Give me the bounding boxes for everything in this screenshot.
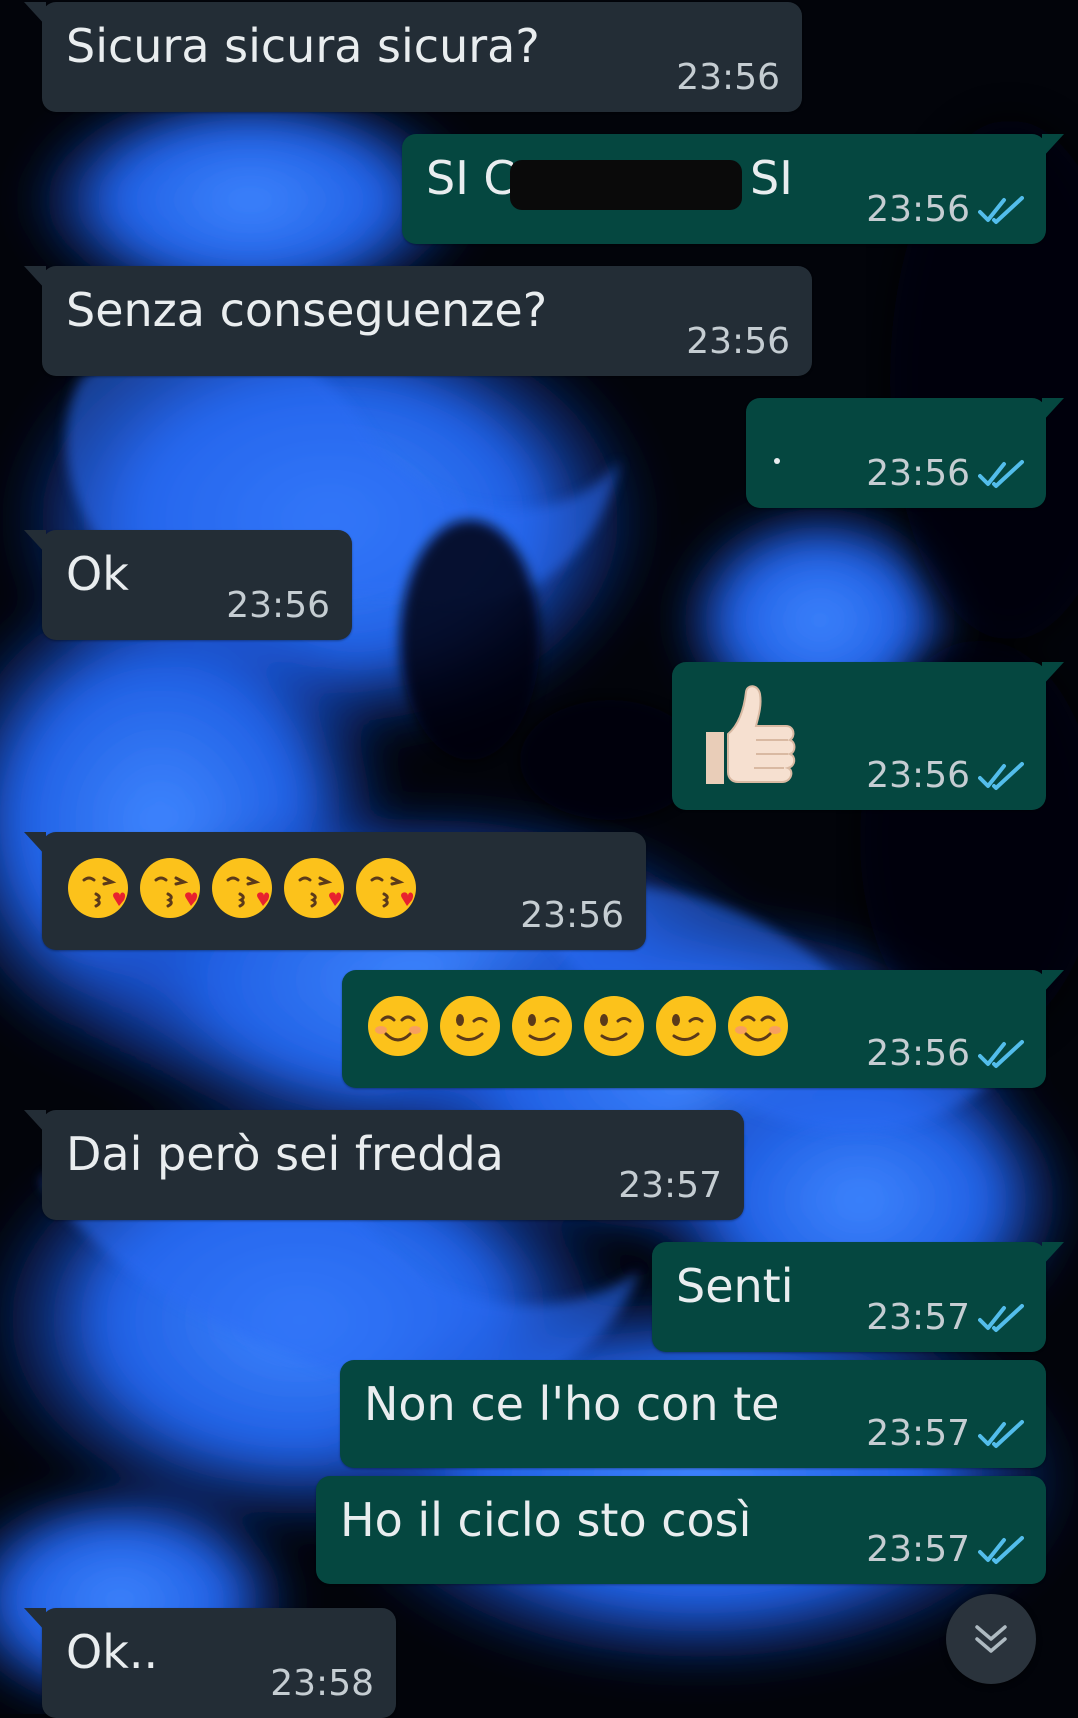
message-meta: 23:56 [226,586,330,626]
face-blowing-kiss-emoji [68,858,128,918]
message-incoming[interactable]: Dai però sei fredda 23:57 [24,1110,744,1220]
message-meta: 23:57 [866,1414,1024,1454]
message-meta: 23:56 [676,58,780,98]
message-incoming[interactable]: 23:56 [24,832,646,950]
message-time: 23:58 [270,1663,374,1704]
double-check-icon [978,1304,1024,1332]
message-outgoing[interactable]: 23:56 [342,970,1064,1088]
message-outgoing[interactable]: Senti 23:57 [652,1242,1064,1352]
message-dot [774,458,780,464]
message-text: Sicura sicura sicura? [66,19,540,73]
message-meta: 23:56 [686,322,790,362]
message-meta: 23:57 [618,1166,722,1206]
scroll-to-bottom-button[interactable] [946,1594,1036,1684]
face-blowing-kiss-emoji [356,858,416,918]
double-check-icon [978,1040,1024,1068]
emoji-row [66,856,418,920]
double-check-icon [978,196,1024,224]
message-meta: 23:57 [866,1298,1024,1338]
message-text: Ho il ciclo sto così [340,1493,752,1547]
double-check-icon [978,1536,1024,1564]
smiling-face-emoji [728,996,788,1056]
double-check-icon [978,1420,1024,1448]
winking-face-emoji [512,996,572,1056]
message-meta: 23:57 [866,1530,1024,1570]
message-outgoing[interactable]: Ho il ciclo sto così 23:57 [316,1476,1046,1584]
message-text: Senza conseguenze? [66,283,548,337]
message-time: 23:57 [866,1529,970,1570]
message-time: 23:57 [618,1165,722,1206]
message-text: SI C [426,151,516,205]
message-meta: 23:56 [866,756,1024,796]
message-time: 23:56 [866,1033,970,1074]
smiling-face-emoji [368,996,428,1056]
message-text-end: SI [750,151,793,205]
double-check-icon [978,762,1024,790]
redaction-bar [510,160,742,210]
message-meta: 23:56 [520,896,624,936]
message-text: Senti [676,1259,794,1313]
message-incoming[interactable]: Ok.. 23:58 [24,1608,396,1718]
winking-face-emoji [584,996,644,1056]
double-check-icon [978,460,1024,488]
message-time: 23:56 [686,321,790,362]
message-outgoing[interactable]: 23:56 [672,662,1064,810]
chevron-down-double-icon [975,1625,1007,1653]
message-text: Ok [66,547,129,601]
thumbs-up-emoji [706,685,796,784]
message-time: 23:56 [866,189,970,230]
message-meta: 23:56 [866,190,1024,230]
message-text: Non ce l'ho con te [364,1377,780,1431]
message-time: 23:57 [866,1413,970,1454]
message-time: 23:57 [866,1297,970,1338]
message-time: 23:56 [866,453,970,494]
message-time: 23:56 [866,755,970,796]
message-incoming[interactable]: Senza conseguenze? 23:56 [24,266,812,376]
face-blowing-kiss-emoji [284,858,344,918]
winking-face-emoji [656,996,716,1056]
face-blowing-kiss-emoji [140,858,200,918]
message-text: Dai però sei fredda [66,1127,504,1181]
message-incoming[interactable]: Ok 23:56 [24,530,352,640]
message-text: Ok.. [66,1625,159,1679]
message-meta: 23:56 [866,1034,1024,1074]
message-meta: 23:56 [866,454,1024,494]
message-outgoing[interactable]: 23:56 [746,398,1064,508]
message-time: 23:56 [676,57,780,98]
message-time: 23:56 [520,895,624,936]
face-blowing-kiss-emoji [212,858,272,918]
message-outgoing[interactable]: Non ce l'ho con te 23:57 [340,1360,1046,1468]
message-meta: 23:58 [270,1664,374,1704]
message-incoming[interactable]: Sicura sicura sicura? 23:56 [24,2,802,112]
winking-face-emoji [440,996,500,1056]
emoji-row [366,994,790,1058]
message-time: 23:56 [226,585,330,626]
